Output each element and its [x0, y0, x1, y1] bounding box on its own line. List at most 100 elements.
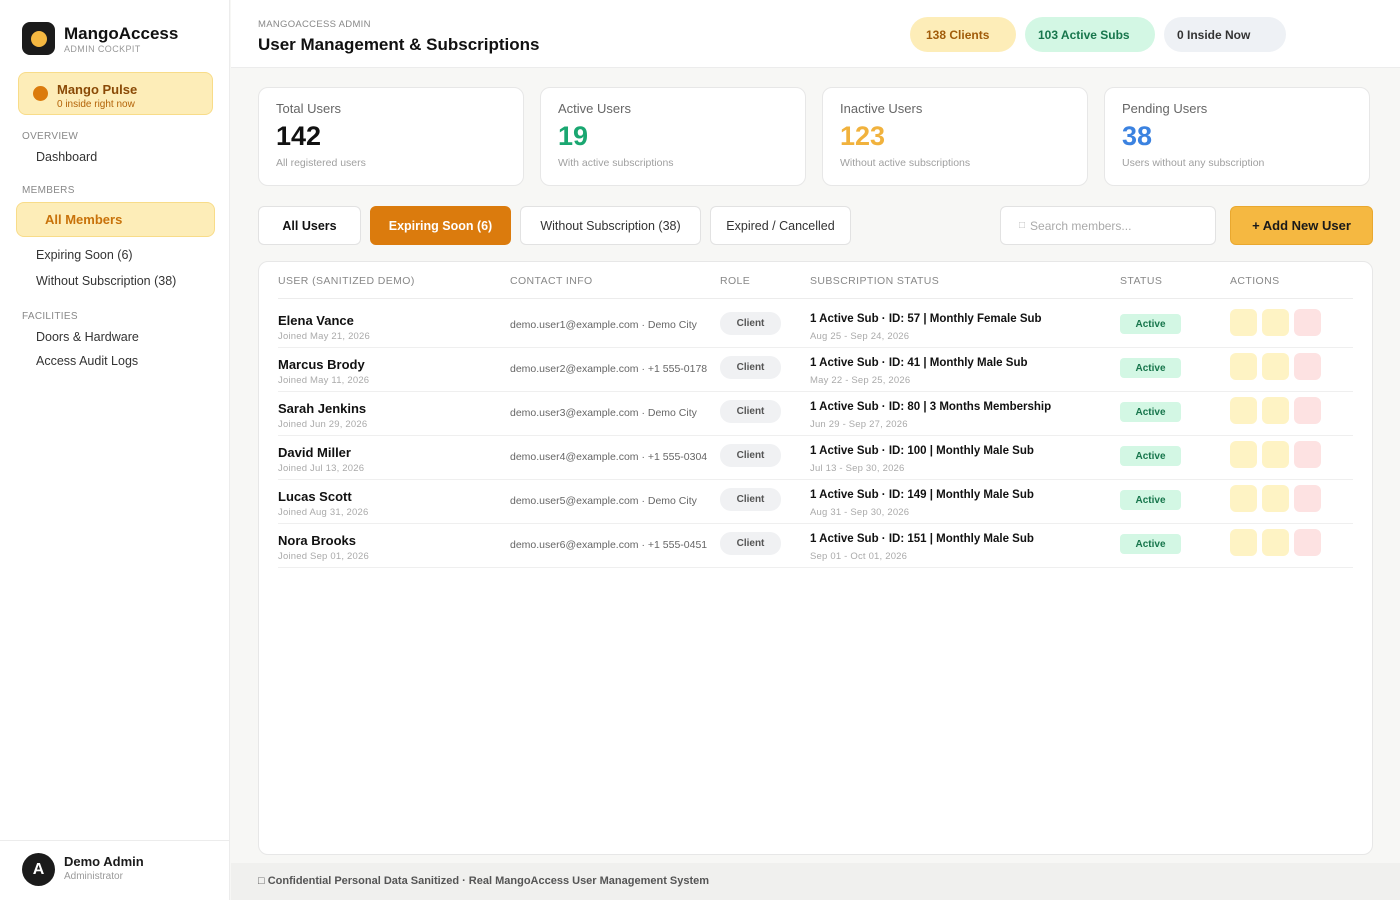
delete-user-button[interactable] [1294, 309, 1321, 336]
mango-pulse-card[interactable]: Mango Pulse 0 inside right now [18, 72, 213, 115]
edit-user-button[interactable] [1262, 397, 1289, 424]
subscription-dates: Aug 31 - Sep 30, 2026 [810, 507, 910, 518]
admin-name: Demo Admin [64, 854, 144, 869]
avatar[interactable]: A [22, 853, 55, 886]
status-badge: Active [1120, 402, 1181, 422]
sidebar-item-doors-hardware[interactable]: Doors & Hardware [36, 330, 139, 344]
pulse-subtitle: 0 inside right now [57, 99, 135, 110]
sidebar-item-expiring-soon[interactable]: Expiring Soon (6) [36, 248, 133, 262]
stat-subtitle: All registered users [276, 157, 366, 169]
joined-date: Joined May 11, 2026 [278, 375, 370, 386]
contact-info: demo.user6@example.com · +1 555-0451 [510, 539, 708, 551]
lock-icon: □ [258, 875, 265, 887]
view-user-button[interactable] [1230, 397, 1257, 424]
subscription-summary: 1 Active Sub · ID: 57 | Monthly Female S… [810, 313, 1042, 325]
subscription-dates: Sep 01 - Oct 01, 2026 [810, 551, 908, 562]
view-user-button[interactable] [1230, 485, 1257, 512]
edit-user-button[interactable] [1262, 309, 1289, 336]
column-header-role[interactable]: ROLE [720, 275, 750, 287]
status-badge: Active [1120, 314, 1181, 334]
table-row[interactable]: Lucas Scott Joined Aug 31, 2026 demo.use… [278, 480, 1353, 524]
tab-without-subscription[interactable]: Without Subscription (38) [520, 206, 701, 245]
subscription-summary: 1 Active Sub · ID: 151 | Monthly Male Su… [810, 533, 1034, 545]
subscription-summary: 1 Active Sub · ID: 149 | Monthly Male Su… [810, 489, 1034, 501]
active-subs-badge: 103 Active Subs [1025, 17, 1155, 52]
subscription-summary: 1 Active Sub · ID: 41 | Monthly Male Sub [810, 357, 1028, 369]
stat-value: 123 [840, 121, 886, 151]
tab-expiring-soon[interactable]: Expiring Soon (6) [370, 206, 511, 245]
user-name: Marcus Brody [278, 357, 365, 372]
sidebar-item-without-subscription[interactable]: Without Subscription (38) [36, 274, 176, 288]
sidebar-item-access-audit-logs[interactable]: Access Audit Logs [36, 354, 138, 368]
tab-all-users[interactable]: All Users [258, 206, 361, 245]
users-table: USER (SANITIZED DEMO) CONTACT INFO ROLE … [258, 261, 1373, 855]
add-new-user-button[interactable]: + Add New User [1230, 206, 1373, 245]
delete-user-button[interactable] [1294, 441, 1321, 468]
stat-label: Inactive Users [840, 101, 923, 116]
joined-date: Joined Aug 31, 2026 [278, 507, 369, 518]
user-name: Elena Vance [278, 313, 354, 328]
stat-value: 38 [1122, 121, 1153, 151]
delete-user-button[interactable] [1294, 529, 1321, 556]
search-placeholder: Search members... [1030, 218, 1132, 233]
table-row[interactable]: David Miller Joined Jul 13, 2026 demo.us… [278, 436, 1353, 480]
view-user-button[interactable] [1230, 309, 1257, 336]
user-name: Lucas Scott [278, 489, 352, 504]
subscription-dates: May 22 - Sep 25, 2026 [810, 375, 911, 386]
nav-section-facilities: FACILITIES [22, 311, 78, 322]
footer-bar: □ Confidential Personal Data Sanitized ·… [231, 863, 1400, 900]
stat-card-pending-users: Pending Users 38 Users without any subsc… [1104, 87, 1370, 186]
joined-date: Joined May 21, 2026 [278, 331, 370, 342]
status-badge: Active [1120, 358, 1181, 378]
stat-label: Total Users [276, 101, 342, 116]
search-input[interactable]: □ Search members... [1000, 206, 1216, 245]
edit-user-button[interactable] [1262, 529, 1289, 556]
edit-user-button[interactable] [1262, 485, 1289, 512]
view-user-button[interactable] [1230, 529, 1257, 556]
stat-label: Active Users [558, 101, 631, 116]
column-header-subscription[interactable]: SUBSCRIPTION STATUS [810, 275, 939, 287]
subscription-dates: Aug 25 - Sep 24, 2026 [810, 331, 910, 342]
column-header-status[interactable]: STATUS [1120, 275, 1162, 287]
column-header-contact[interactable]: CONTACT INFO [510, 275, 593, 287]
stat-subtitle: With active subscriptions [558, 157, 674, 169]
sidebar-footer: A Demo Admin Administrator [0, 840, 230, 900]
delete-user-button[interactable] [1294, 485, 1321, 512]
status-badge: Active [1120, 446, 1181, 466]
clients-count-badge: 138 Clients [910, 17, 1016, 52]
delete-user-button[interactable] [1294, 397, 1321, 424]
status-badge: Active [1120, 490, 1181, 510]
subscription-dates: Jul 13 - Sep 30, 2026 [810, 463, 905, 474]
brand[interactable]: MangoAccess ADMIN COCKPIT [22, 22, 178, 55]
brand-subtitle: ADMIN COCKPIT [64, 43, 141, 54]
table-row[interactable]: Marcus Brody Joined May 11, 2026 demo.us… [278, 348, 1353, 392]
table-row[interactable]: Sarah Jenkins Joined Jun 29, 2026 demo.u… [278, 392, 1353, 436]
edit-user-button[interactable] [1262, 353, 1289, 380]
inside-now-badge: 0 Inside Now [1164, 17, 1286, 52]
edit-user-button[interactable] [1262, 441, 1289, 468]
view-user-button[interactable] [1230, 353, 1257, 380]
table-row[interactable]: Elena Vance Joined May 21, 2026 demo.use… [278, 304, 1353, 348]
header-divider [278, 298, 1353, 299]
delete-user-button[interactable] [1294, 353, 1321, 380]
sidebar-item-dashboard[interactable]: Dashboard [36, 150, 97, 164]
column-header-user[interactable]: USER (SANITIZED DEMO) [278, 275, 415, 287]
page-title: User Management & Subscriptions [258, 35, 540, 54]
stat-card-inactive-users: Inactive Users 123 Without active subscr… [822, 87, 1088, 186]
stat-card-active-users: Active Users 19 With active subscription… [540, 87, 806, 186]
stat-subtitle: Without active subscriptions [840, 157, 971, 169]
subscription-dates: Jun 29 - Sep 27, 2026 [810, 419, 908, 430]
stat-subtitle: Users without any subscription [1122, 157, 1265, 169]
contact-info: demo.user3@example.com · Demo City [510, 407, 697, 419]
status-badge: Active [1120, 534, 1181, 554]
contact-info: demo.user4@example.com · +1 555-0304 [510, 451, 708, 463]
column-header-actions: ACTIONS [1230, 275, 1280, 287]
role-badge: Client [720, 488, 781, 511]
sidebar-item-all-members[interactable]: All Members [16, 202, 215, 237]
table-row[interactable]: Nora Brooks Joined Sep 01, 2026 demo.use… [278, 524, 1353, 568]
tab-expired-cancelled[interactable]: Expired / Cancelled [710, 206, 851, 245]
view-user-button[interactable] [1230, 441, 1257, 468]
brand-name: MangoAccess [64, 23, 179, 43]
contact-info: demo.user5@example.com · Demo City [510, 495, 697, 507]
mango-logo-icon [22, 22, 55, 55]
